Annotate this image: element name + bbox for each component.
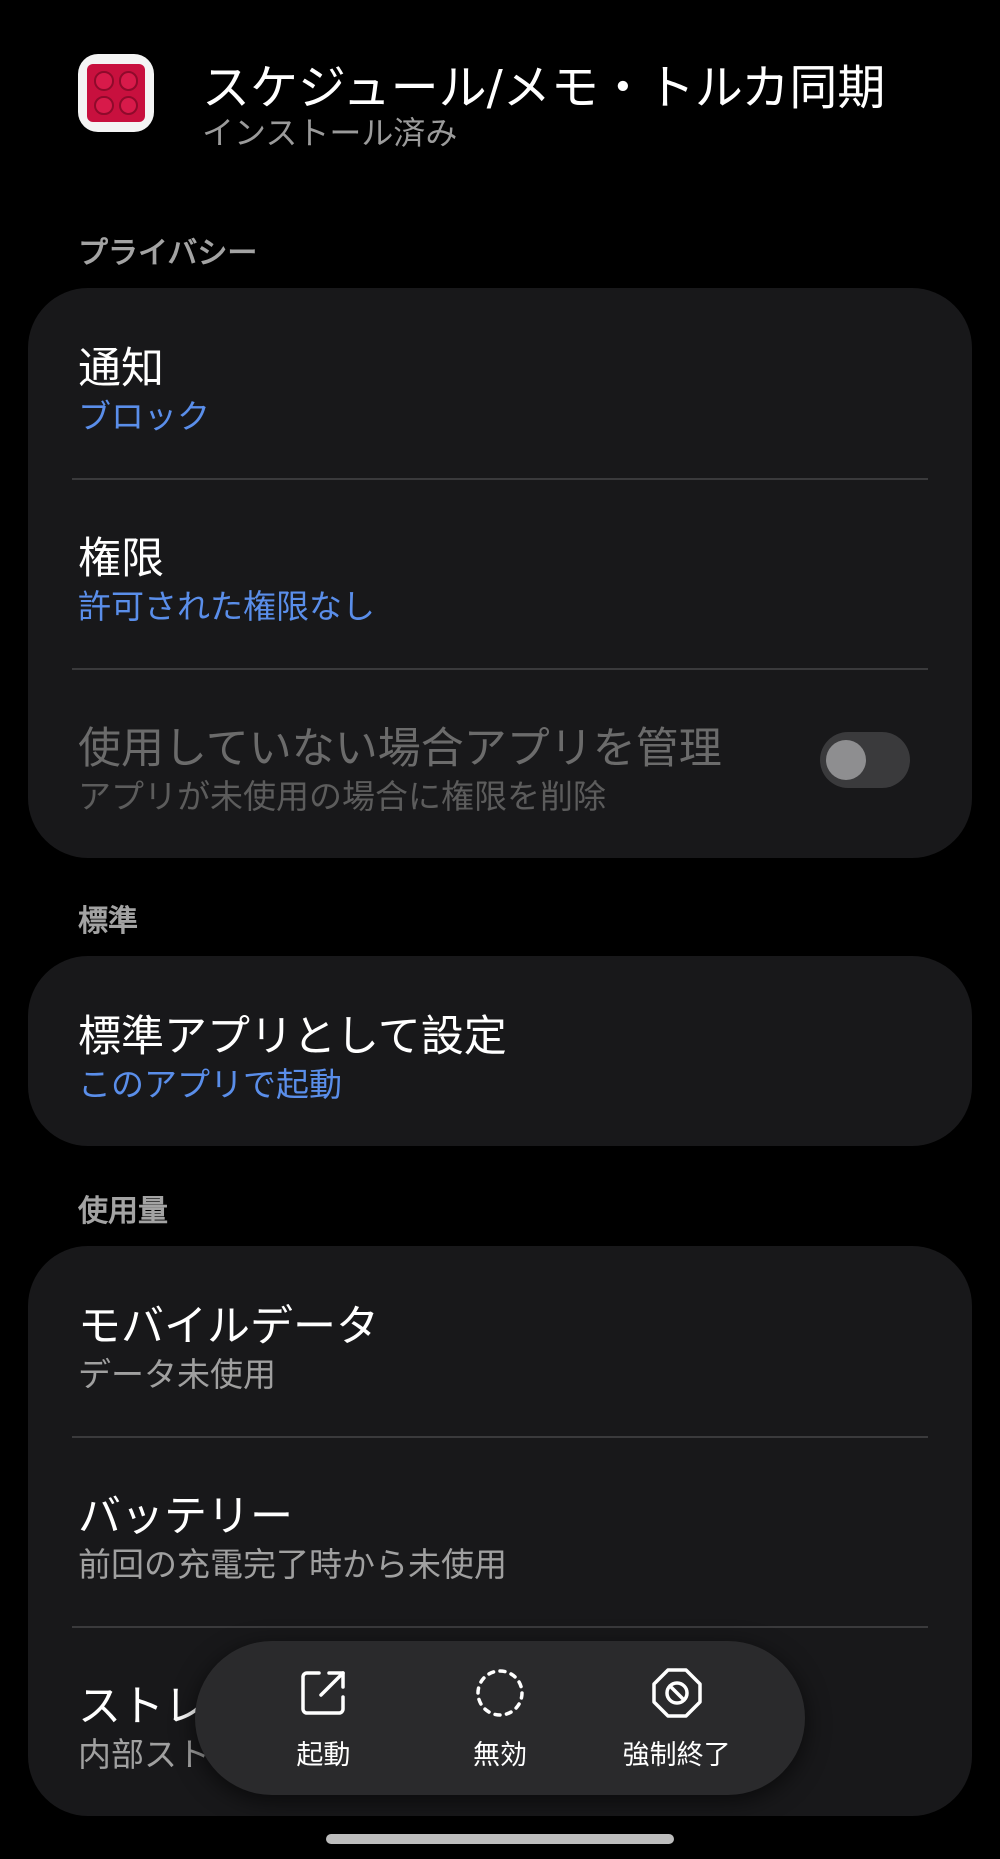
open-external-icon <box>301 1670 346 1715</box>
permissions-value: 許可された権限なし <box>78 587 375 626</box>
mobile-data-value: データ未使用 <box>78 1355 276 1394</box>
toggle-knob <box>826 740 866 780</box>
notifications-title: 通知 <box>78 344 164 394</box>
disable-button[interactable]: 無効 <box>425 1665 575 1772</box>
manage-unused-toggle[interactable] <box>820 732 910 788</box>
permissions-row[interactable]: 権限 許可された権限なし <box>28 478 972 668</box>
disable-dashed-circle-icon <box>476 1668 524 1717</box>
app-grid-icon <box>78 54 154 132</box>
battery-value: 前回の充電完了時から未使用 <box>78 1545 507 1584</box>
manage-unused-row: 使用していない場合アプリを管理 アプリが未使用の場合に権限を削除 <box>28 668 972 858</box>
manage-unused-title: 使用していない場合アプリを管理 <box>78 724 722 774</box>
notifications-row[interactable]: 通知 ブロック <box>28 288 972 478</box>
force-stop-label: 強制終了 <box>622 1739 731 1771</box>
section-label-usage: 使用量 <box>78 1194 168 1229</box>
default-card: 標準アプリとして設定 このアプリで起動 <box>28 956 972 1146</box>
home-indicator[interactable] <box>326 1834 674 1844</box>
open-label: 起動 <box>296 1739 351 1771</box>
disable-label: 無効 <box>472 1739 527 1771</box>
action-bar: 起動 無効 強制終了 <box>195 1641 805 1795</box>
permissions-title: 権限 <box>78 534 164 584</box>
mobile-data-row[interactable]: モバイルデータ データ未使用 <box>28 1246 972 1436</box>
battery-title: バッテリー <box>78 1492 293 1542</box>
install-status: インストール済み <box>202 114 458 152</box>
storage-value: 内部スト <box>78 1735 210 1774</box>
privacy-card: 通知 ブロック 権限 許可された権限なし 使用していない場合アプリを管理 アプリ… <box>28 288 972 858</box>
force-stop-button[interactable]: 強制終了 <box>602 1665 752 1772</box>
app-header: スケジュール/メモ・トルカ同期 インストール済み <box>78 52 978 152</box>
notifications-value: ブロック <box>78 397 210 436</box>
app-info-screen: スケジュール/メモ・トルカ同期 インストール済み プライバシー 通知 ブロック … <box>0 0 1000 1859</box>
app-icon-dot <box>94 71 114 91</box>
app-icon-dot <box>118 95 138 115</box>
app-icon-dot <box>94 95 114 115</box>
storage-title: ストレ <box>78 1682 207 1732</box>
set-default-value: このアプリで起動 <box>78 1065 342 1104</box>
app-icon-dot <box>118 71 138 91</box>
force-stop-icon <box>651 1667 702 1718</box>
manage-unused-description: アプリが未使用の場合に権限を削除 <box>78 777 606 816</box>
set-default-title: 標準アプリとして設定 <box>78 1012 507 1062</box>
mobile-data-title: モバイルデータ <box>78 1302 379 1352</box>
set-default-row[interactable]: 標準アプリとして設定 このアプリで起動 <box>28 956 972 1146</box>
section-label-privacy: プライバシー <box>78 236 258 271</box>
open-button[interactable]: 起動 <box>248 1665 398 1772</box>
battery-row[interactable]: バッテリー 前回の充電完了時から未使用 <box>28 1436 972 1626</box>
section-label-default: 標準 <box>78 904 138 939</box>
app-icon-tile <box>87 64 145 122</box>
